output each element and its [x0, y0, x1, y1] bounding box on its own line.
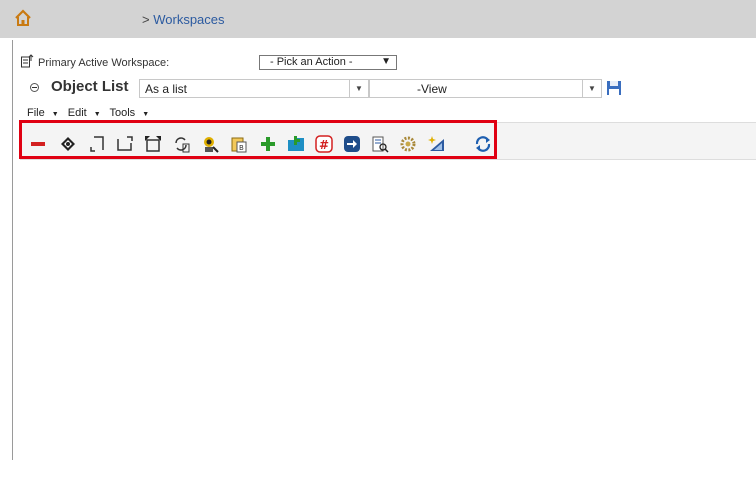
menu-file-label: File	[27, 107, 45, 119]
menu-file[interactable]: File ▼	[27, 107, 59, 119]
top-bar: > Workspaces	[0, 0, 756, 38]
breadcrumb-separator: >	[142, 12, 154, 27]
pick-action-value: - Pick an Action -	[270, 56, 353, 68]
menu-edit[interactable]: Edit ▼	[68, 107, 101, 119]
chevron-down-icon[interactable]: ▼	[349, 80, 368, 97]
toolbar-highlight-box	[19, 120, 497, 159]
chevron-down-icon: ▼	[51, 111, 59, 118]
save-icon[interactable]	[606, 80, 622, 96]
pick-action-select[interactable]: - Pick an Action - ▼	[259, 55, 397, 70]
menu-tools-label: Tools	[109, 107, 136, 119]
menu-bar: File ▼ Edit ▼ Tools ▼	[27, 107, 155, 119]
chevron-down-icon[interactable]: ▼	[582, 80, 601, 97]
breadcrumb-workspaces-link[interactable]: Workspaces	[153, 12, 224, 27]
workspace-icon	[21, 54, 35, 68]
home-icon[interactable]	[13, 8, 33, 28]
chevron-down-icon: ▼	[142, 111, 150, 118]
content-frame: Primary Active Workspace: - Pick an Acti…	[12, 40, 756, 460]
breadcrumb: > Workspaces	[142, 12, 225, 27]
workspace-label: Primary Active Workspace:	[38, 57, 170, 69]
view-select[interactable]: -View ▼	[369, 79, 602, 98]
object-list-title: Object List	[51, 78, 129, 95]
collapse-icon[interactable]	[30, 83, 39, 92]
chevron-down-icon: ▼	[93, 111, 101, 118]
chevron-down-icon: ▼	[381, 56, 391, 67]
menu-tools[interactable]: Tools ▼	[110, 107, 150, 119]
menu-edit-label: Edit	[67, 107, 87, 119]
view-value: -View	[417, 82, 447, 96]
display-mode-value: As a list	[145, 82, 188, 96]
display-mode-select[interactable]: As a list ▼	[139, 79, 369, 98]
